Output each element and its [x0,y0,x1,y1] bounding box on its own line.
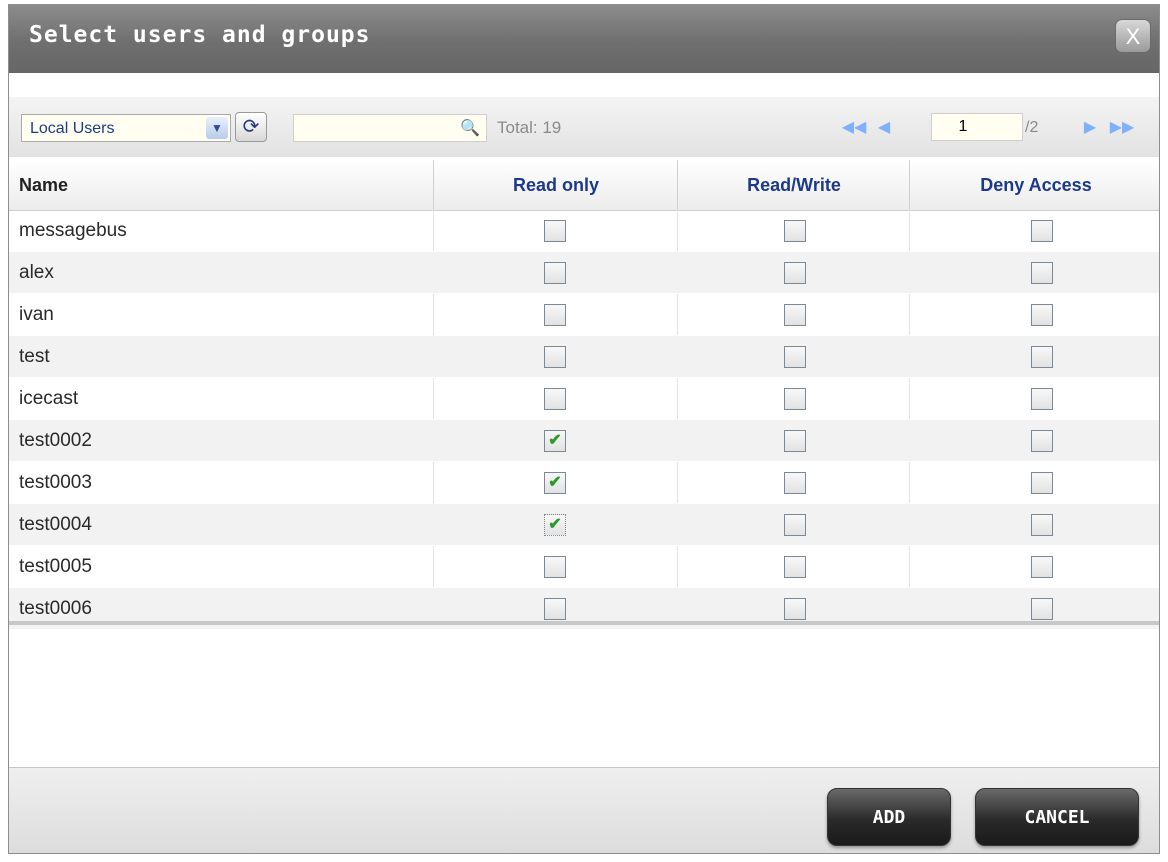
user-name: test [19,346,50,367]
dialog-title: Select users and groups [29,22,371,48]
table-row[interactable]: test0003 ✔ [9,462,1159,504]
scope-select-value: Local Users [30,120,115,137]
column-header-read-write[interactable]: Read/Write [677,160,910,210]
user-name: alex [19,262,54,283]
read-only-checkbox[interactable] [544,556,566,578]
deny-access-checkbox[interactable] [1031,556,1053,578]
read-only-checkbox[interactable] [544,598,566,620]
table-row[interactable]: test0004 ✔ [9,504,1159,546]
column-header-name[interactable]: Name [9,160,433,210]
first-page-icon[interactable]: ◀◀ [841,115,867,141]
user-name: test0005 [19,556,92,577]
toolbar: Local Users ▼ ⟳ 🔍 Total: 19 ◀◀ ◀ /2 ▶ ▶▶ [9,97,1159,157]
deny-access-checkbox[interactable] [1031,430,1053,452]
select-users-dialog: Select users and groups X Local Users ▼ … [8,4,1160,854]
table-row[interactable]: icecast [9,378,1159,420]
total-count: Total: 19 [497,118,562,137]
table-header: Name Read only Read/Write Deny Access [9,160,1159,211]
user-name: messagebus [19,220,127,241]
deny-access-checkbox[interactable] [1031,514,1053,536]
search-box: 🔍 [293,114,487,142]
user-name: ivan [19,304,54,325]
user-name: test0006 [19,598,92,619]
read-write-checkbox[interactable] [784,220,806,242]
read-write-checkbox[interactable] [784,556,806,578]
deny-access-checkbox[interactable] [1031,388,1053,410]
user-name: test0003 [19,472,92,493]
read-write-checkbox[interactable] [784,304,806,326]
read-write-checkbox[interactable] [784,346,806,368]
user-name: test0004 [19,514,92,535]
read-only-checkbox[interactable] [544,262,566,284]
deny-access-checkbox[interactable] [1031,262,1053,284]
list-empty-area [9,637,1159,767]
page-total: /2 [1025,119,1039,136]
add-button[interactable]: ADD [827,788,951,846]
page-number-input[interactable] [931,113,1023,141]
table-row[interactable]: test0005 [9,546,1159,588]
deny-access-checkbox[interactable] [1031,304,1053,326]
deny-access-checkbox[interactable] [1031,472,1053,494]
refresh-button[interactable]: ⟳ [235,112,267,142]
last-page-icon[interactable]: ▶▶ [1109,115,1135,141]
next-page-icon[interactable]: ▶ [1077,115,1103,141]
read-write-checkbox[interactable] [784,262,806,284]
search-input[interactable] [298,118,462,140]
read-write-checkbox[interactable] [784,514,806,536]
user-name: icecast [19,388,79,409]
read-only-checkbox[interactable]: ✔ [544,514,566,536]
deny-access-checkbox[interactable] [1031,346,1053,368]
table-row[interactable]: messagebus [9,210,1159,252]
read-only-checkbox[interactable] [544,220,566,242]
scope-select[interactable]: Local Users ▼ [21,114,231,142]
prev-page-icon[interactable]: ◀ [871,115,897,141]
refresh-icon: ⟳ [242,116,260,138]
table-row[interactable]: alex [9,252,1159,294]
table-row[interactable]: ivan [9,294,1159,336]
column-header-deny-access[interactable]: Deny Access [909,160,1159,210]
checkmark-icon: ✔ [548,516,562,533]
checkmark-icon: ✔ [548,432,562,449]
read-write-checkbox[interactable] [784,388,806,410]
read-only-checkbox[interactable]: ✔ [544,430,566,452]
search-icon[interactable]: 🔍 [460,118,480,138]
title-bar: Select users and groups X [9,5,1159,73]
read-write-checkbox[interactable] [784,472,806,494]
deny-access-checkbox[interactable] [1031,598,1053,620]
read-only-checkbox[interactable] [544,388,566,410]
read-write-checkbox[interactable] [784,598,806,620]
read-only-checkbox[interactable] [544,346,566,368]
column-header-read-only[interactable]: Read only [433,160,678,210]
read-only-checkbox[interactable] [544,304,566,326]
read-write-checkbox[interactable] [784,430,806,452]
read-only-checkbox[interactable]: ✔ [544,472,566,494]
table-row[interactable]: test0002 ✔ [9,420,1159,462]
user-list: messagebus alex ivan test icecast test00… [9,210,1159,630]
cancel-button[interactable]: CANCEL [975,788,1139,846]
user-name: test0002 [19,430,92,451]
table-row[interactable]: test [9,336,1159,378]
dialog-footer: ADD CANCEL [9,767,1159,853]
table-bottom-border [9,621,1159,625]
chevron-down-icon[interactable]: ▼ [206,117,228,139]
deny-access-checkbox[interactable] [1031,220,1053,242]
close-button[interactable]: X [1115,19,1151,53]
checkmark-icon: ✔ [548,474,562,491]
